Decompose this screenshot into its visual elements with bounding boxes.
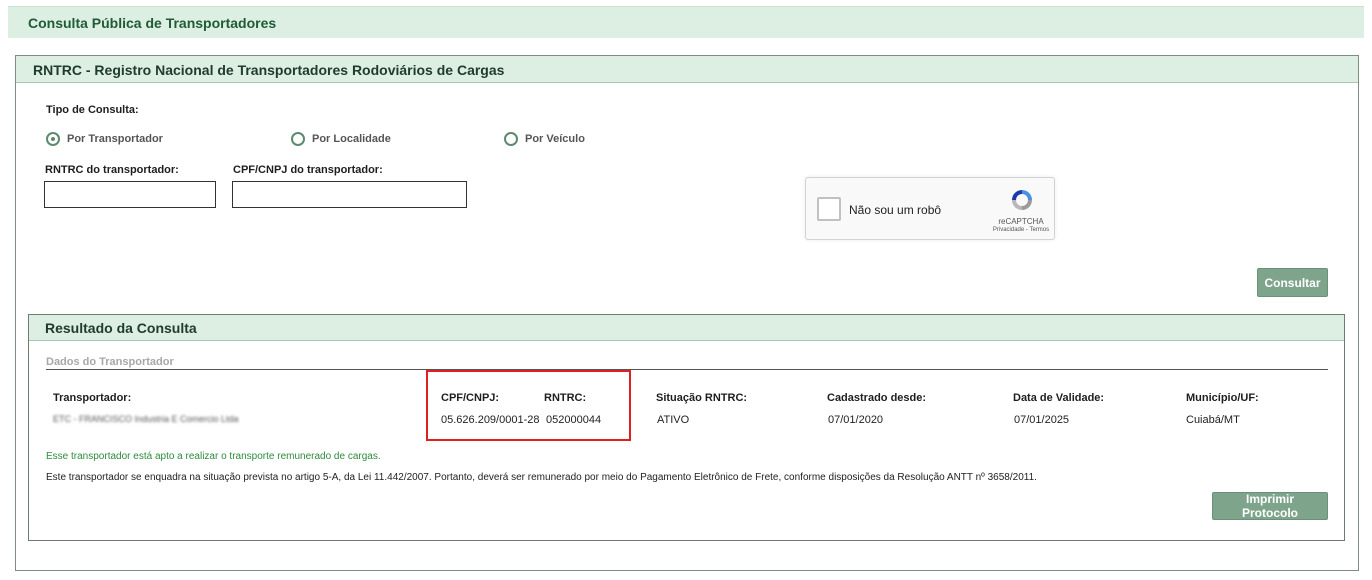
recaptcha-brand: reCAPTCHA: [998, 217, 1044, 226]
recaptcha-icon: [1012, 190, 1032, 210]
radio-label: Por Transportador: [67, 133, 163, 145]
recaptcha-checkbox[interactable]: [817, 197, 841, 221]
imprimir-protocolo-button[interactable]: Imprimir Protocolo: [1212, 492, 1328, 520]
cadastrado-value: 07/01/2020: [828, 414, 884, 426]
transportador-header: Transportador:: [53, 392, 132, 404]
municipio-header: Município/UF:: [1186, 392, 1259, 404]
rntrc-input[interactable]: [44, 181, 216, 208]
radio-por-transportador[interactable]: Por Transportador: [46, 132, 163, 146]
transportador-value: ETC - FRANCISCO Industria E Comercio Ltd…: [53, 414, 239, 424]
tipo-consulta-label: Tipo de Consulta:: [46, 104, 139, 116]
validade-value: 07/01/2025: [1014, 414, 1070, 426]
cadastrado-header: Cadastrado desde:: [827, 392, 927, 404]
radio-por-localidade[interactable]: Por Localidade: [291, 132, 391, 146]
rntrc-field-label: RNTRC do transportador:: [45, 164, 179, 176]
radio-unchecked-icon: [504, 132, 518, 146]
cpf-cnpj-input[interactable]: [232, 181, 467, 208]
highlight-box: [426, 370, 631, 441]
dados-transportador-heading: Dados do Transportador: [46, 356, 1328, 370]
recaptcha-widget: Não sou um robô reCAPTCHA Privacidade - …: [805, 177, 1055, 240]
recaptcha-links[interactable]: Privacidade - Termos: [976, 227, 1066, 233]
page-title: Consulta Pública de Transportadores: [8, 6, 1364, 38]
municipio-value: Cuiabá/MT: [1186, 414, 1240, 426]
radio-checked-icon: [46, 132, 60, 146]
rntrc-panel-title: RNTRC - Registro Nacional de Transportad…: [16, 56, 1358, 83]
result-panel-title: Resultado da Consulta: [29, 315, 1344, 341]
result-panel: Resultado da Consulta: [28, 314, 1345, 541]
cpf-field-label: CPF/CNPJ do transportador:: [233, 164, 383, 176]
radio-unchecked-icon: [291, 132, 305, 146]
lei-message: Este transportador se enquadra na situaç…: [46, 472, 1037, 483]
situacao-header: Situação RNTRC:: [656, 392, 748, 404]
radio-por-veiculo[interactable]: Por Veículo: [504, 132, 585, 146]
validade-header: Data de Validade:: [1013, 392, 1105, 404]
apto-message: Esse transportador está apto a realizar …: [46, 451, 381, 462]
consultar-button[interactable]: Consultar: [1257, 268, 1328, 297]
radio-label: Por Veículo: [525, 133, 585, 145]
radio-label: Por Localidade: [312, 133, 391, 145]
situacao-value: ATIVO: [657, 414, 690, 426]
recaptcha-label: Não sou um robô: [849, 203, 942, 217]
